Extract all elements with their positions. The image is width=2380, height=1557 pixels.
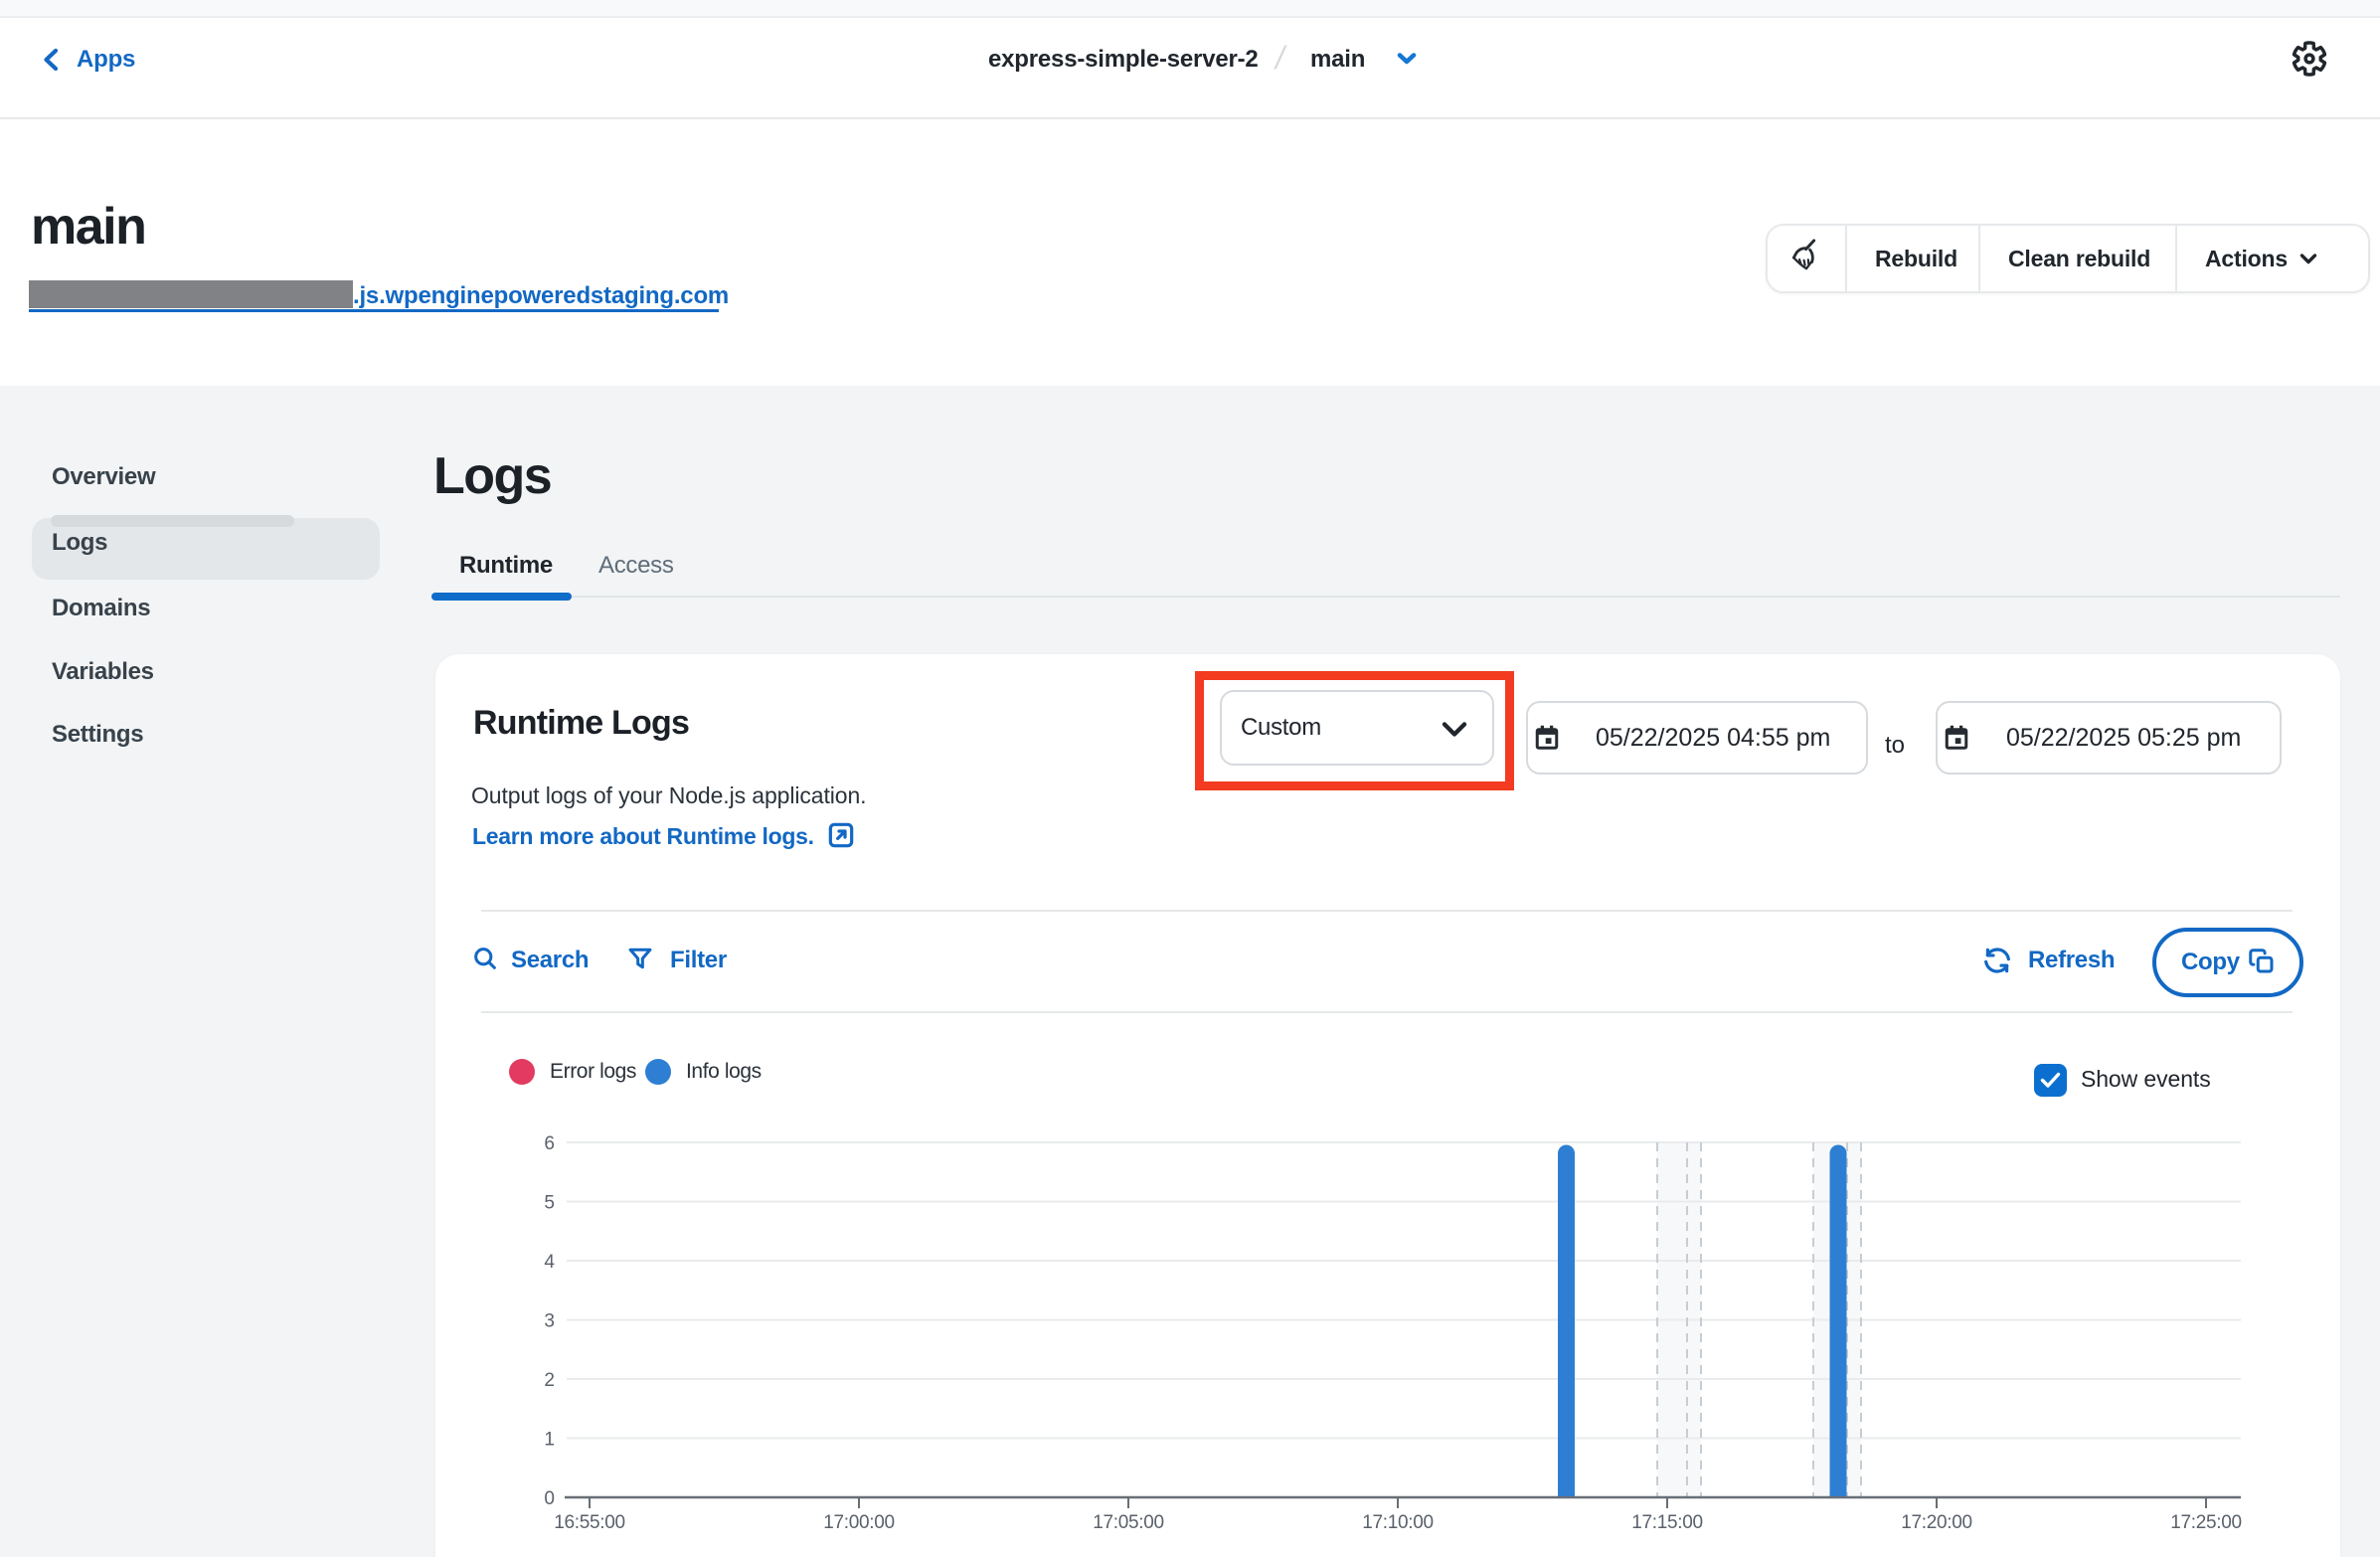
svg-text:2: 2 [544, 1370, 555, 1391]
svg-text:3: 3 [544, 1311, 555, 1332]
svg-text:17:20:00: 17:20:00 [1901, 1512, 1972, 1533]
svg-text:17:25:00: 17:25:00 [2170, 1512, 2242, 1533]
svg-text:4: 4 [544, 1252, 555, 1273]
svg-text:17:00:00: 17:00:00 [823, 1512, 895, 1533]
svg-text:1: 1 [544, 1430, 555, 1451]
svg-text:0: 0 [544, 1488, 555, 1509]
svg-text:16:55:00: 16:55:00 [554, 1512, 625, 1533]
svg-text:17:10:00: 17:10:00 [1362, 1512, 1434, 1533]
svg-text:5: 5 [544, 1193, 555, 1214]
svg-text:17:05:00: 17:05:00 [1093, 1512, 1164, 1533]
svg-text:17:15:00: 17:15:00 [1631, 1512, 1703, 1533]
svg-text:6: 6 [544, 1133, 555, 1154]
